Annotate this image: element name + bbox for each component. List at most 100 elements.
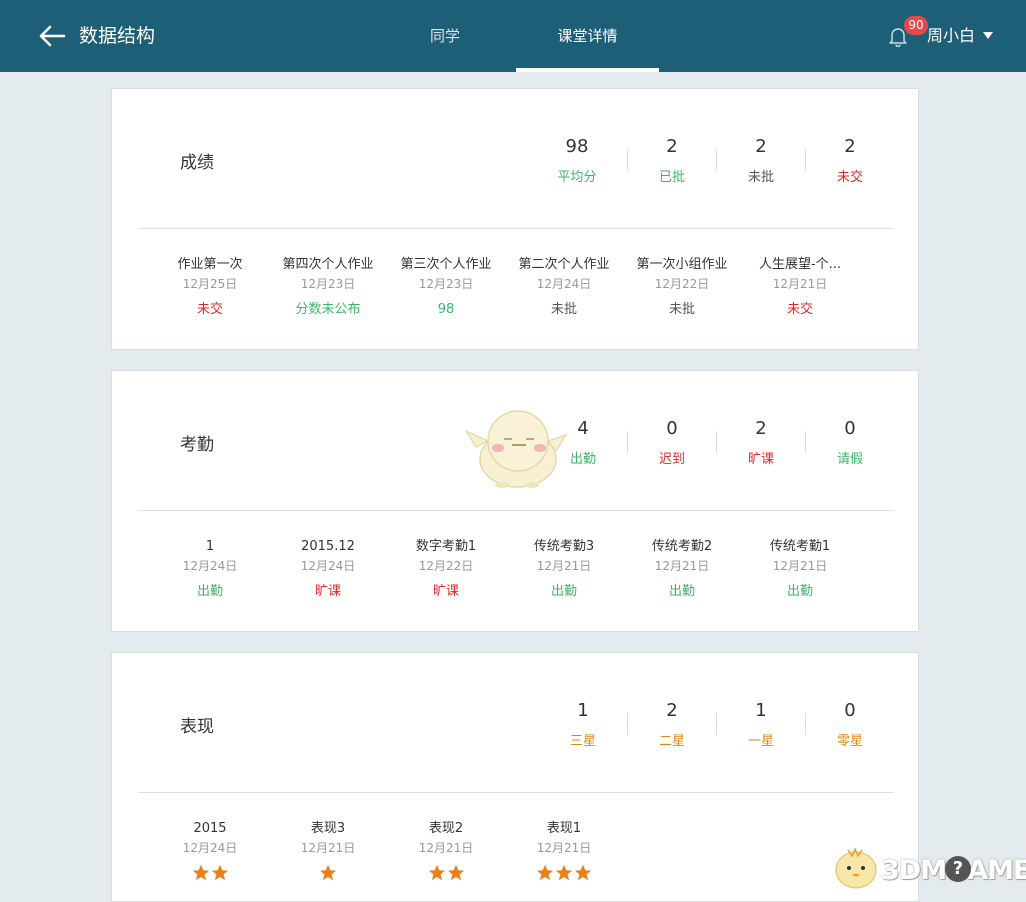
chevron-down-icon[interactable] — [983, 32, 993, 39]
item-date: 12月22日 — [418, 559, 474, 573]
item-name: 第二次个人作业 — [518, 257, 610, 272]
attendance-item[interactable]: 传统考勤1 12月21日 出勤 — [741, 538, 859, 601]
stat-value: 2 — [755, 418, 767, 439]
stat-label: 未交 — [836, 170, 863, 185]
grades-stat-ungraded[interactable]: 2 未批 — [721, 135, 801, 187]
star-icon — [211, 864, 228, 881]
stat-value: 0 — [666, 418, 678, 439]
item-status: 未交 — [786, 302, 813, 317]
item-date: 12月23日 — [418, 277, 474, 291]
performance-item[interactable]: 表现2 12月21日 — [387, 820, 505, 882]
grades-stat-average[interactable]: 98 平均分 — [537, 135, 617, 187]
item-date: 12月24日 — [536, 277, 592, 291]
stat-label: 二星 — [658, 734, 685, 749]
watermark: 3DMGAME ? — [830, 840, 1026, 891]
stat-label: 旷课 — [747, 452, 774, 467]
grades-stat-graded[interactable]: 2 已批 — [632, 135, 712, 187]
item-date: 12月21日 — [772, 277, 828, 291]
attendance-item[interactable]: 1 12月24日 出勤 — [151, 538, 269, 601]
item-name: 表现3 — [310, 821, 346, 836]
star-icon — [192, 864, 209, 881]
divider — [716, 149, 717, 171]
performance-stat-two-star[interactable]: 2 二星 — [632, 699, 712, 751]
item-status: 未批 — [668, 302, 695, 317]
stat-label: 出勤 — [569, 452, 596, 467]
item-status: 98 — [437, 302, 455, 317]
item-status: 出勤 — [786, 584, 813, 599]
performance-stat-zero-star[interactable]: 0 零星 — [810, 699, 890, 751]
attendance-item[interactable]: 数字考勤1 12月22日 旷课 — [387, 538, 505, 601]
stat-label: 零星 — [836, 734, 863, 749]
item-date: 12月22日 — [654, 277, 710, 291]
performance-stat-one-star[interactable]: 1 一星 — [721, 699, 801, 751]
stat-value: 4 — [577, 418, 589, 439]
performance-item[interactable]: 表现3 12月21日 — [269, 820, 387, 882]
stat-value: 2 — [666, 136, 678, 157]
stat-label: 已批 — [658, 170, 685, 185]
item-status: 出勤 — [668, 584, 695, 599]
stat-label: 三星 — [569, 734, 596, 749]
attendance-item[interactable]: 2015.12 12月24日 旷课 — [269, 538, 387, 601]
user-name[interactable]: 周小白 — [927, 24, 975, 48]
performance-item[interactable]: 2015 12月24日 — [151, 820, 269, 882]
performance-item[interactable]: 表现1 12月21日 — [505, 820, 623, 882]
back-arrow-icon[interactable] — [38, 22, 66, 50]
performance-card: 表现 1 三星 2 二星 1 一星 0 零星 2015 12月24日 表现3 1… — [111, 652, 919, 902]
attendance-stat-leave[interactable]: 0 请假 — [810, 417, 890, 469]
grades-stat-not-submitted[interactable]: 2 未交 — [810, 135, 890, 187]
attendance-item[interactable]: 传统考勤2 12月21日 出勤 — [623, 538, 741, 601]
item-date: 12月21日 — [654, 559, 710, 573]
divider — [805, 149, 806, 171]
divider — [716, 713, 717, 735]
star-icon — [447, 864, 464, 881]
grades-card: 成绩 98 平均分 2 已批 2 未批 2 未交 作业第一次 12月25日 未交… — [111, 88, 919, 350]
item-status: 分数未公布 — [295, 302, 361, 317]
assignment-item[interactable]: 人生展望-个... 12月21日 未交 — [741, 256, 859, 319]
assignment-item[interactable]: 第一次小组作业 12月22日 未批 — [623, 256, 741, 319]
attendance-card: 考勤 4 出勤 0 迟到 2 旷课 0 请假 1 12月24日 出勤 2015.… — [111, 370, 919, 632]
item-name: 第一次小组作业 — [636, 257, 728, 272]
top-bar: 数据结构 同学 课堂详情 90 周小白 — [0, 0, 1026, 72]
item-date: 12月24日 — [182, 841, 238, 855]
stat-value: 2 — [666, 700, 678, 721]
section-divider — [138, 510, 894, 511]
tab-class-details-label: 课堂详情 — [557, 27, 618, 45]
attendance-item[interactable]: 传统考勤3 12月21日 出勤 — [505, 538, 623, 601]
notification-badge: 90 — [904, 16, 928, 35]
tab-classmates[interactable]: 同学 — [400, 0, 490, 72]
item-status: 未交 — [196, 302, 223, 317]
item-name: 传统考勤3 — [533, 539, 595, 554]
section-divider — [138, 228, 894, 229]
assignment-item[interactable]: 第三次个人作业 12月23日 98 — [387, 256, 505, 319]
divider — [627, 149, 628, 171]
stat-value: 98 — [565, 136, 589, 157]
item-date: 12月25日 — [182, 277, 238, 291]
tab-class-details[interactable]: 课堂详情 — [516, 0, 659, 72]
item-name: 表现1 — [546, 821, 582, 836]
active-tab-indicator — [516, 68, 659, 72]
item-name: 人生展望-个... — [758, 257, 842, 272]
assignment-item[interactable]: 第二次个人作业 12月24日 未批 — [505, 256, 623, 319]
item-name: 作业第一次 — [177, 257, 243, 272]
item-status: 出勤 — [550, 584, 577, 599]
divider — [716, 431, 717, 453]
grades-title: 成绩 — [180, 153, 214, 173]
stat-value: 2 — [755, 136, 767, 157]
chick-logo-icon — [835, 847, 877, 889]
star-icon — [555, 864, 573, 881]
stat-label: 未批 — [747, 170, 774, 185]
stat-value: 2 — [844, 136, 856, 157]
assignment-item[interactable]: 作业第一次 12月25日 未交 — [151, 256, 269, 319]
assignment-item[interactable]: 第四次个人作业 12月23日 分数未公布 — [269, 256, 387, 319]
star-rating — [505, 864, 623, 882]
star-rating — [269, 864, 387, 882]
item-date: 12月21日 — [418, 841, 474, 855]
attendance-stat-present[interactable]: 4 出勤 — [543, 417, 623, 469]
performance-stat-three-star[interactable]: 1 三星 — [543, 699, 623, 751]
attendance-stat-late[interactable]: 0 迟到 — [632, 417, 712, 469]
attendance-stat-absent[interactable]: 2 旷课 — [721, 417, 801, 469]
star-rating — [387, 864, 505, 882]
divider — [627, 713, 628, 735]
item-date: 12月21日 — [300, 841, 356, 855]
help-icon[interactable]: ? — [945, 856, 971, 882]
